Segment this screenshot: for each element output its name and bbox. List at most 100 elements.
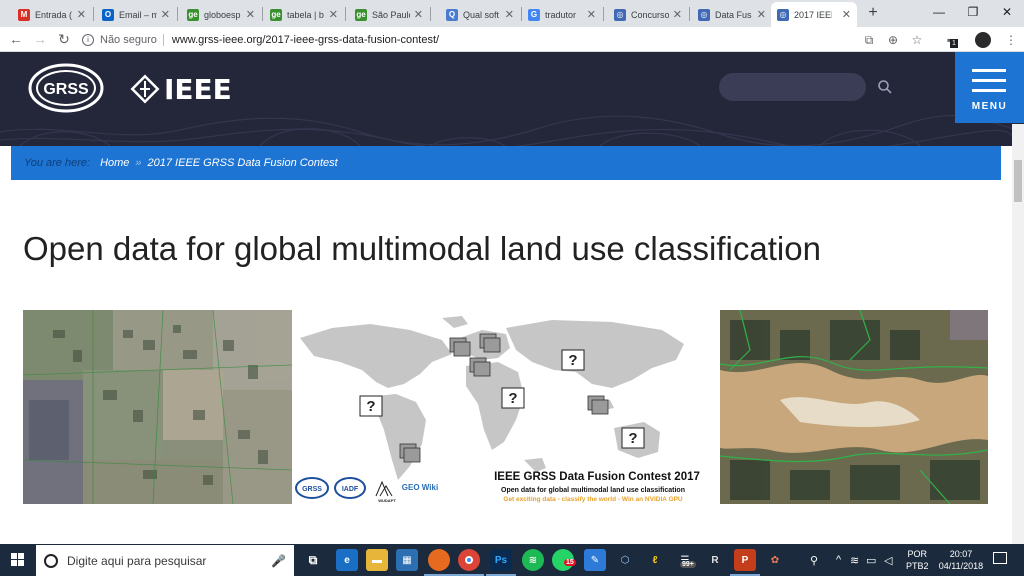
partner-logos: GRSS IADF WUDAPT GEO Wiki xyxy=(295,477,438,503)
spotify-icon[interactable]: ≋ xyxy=(522,549,544,571)
close-tab-icon[interactable]: ✕ xyxy=(157,8,170,21)
chrome-icon[interactable] xyxy=(454,549,484,576)
language-code: POR xyxy=(907,549,928,559)
site-header: GRSS IEEE MENU xyxy=(0,52,1024,146)
ge-icon: ge xyxy=(355,8,367,21)
volume-icon[interactable]: ◁ xyxy=(884,554,892,567)
browser-tab[interactable]: ge globoesp ✕ xyxy=(181,2,261,27)
file-explorer-icon[interactable]: ▬ xyxy=(366,549,388,571)
hamburger-line xyxy=(972,79,1006,82)
chevron-up-icon[interactable]: ^ xyxy=(836,554,841,566)
tab-title: Data Fus xyxy=(715,9,752,20)
app-icon[interactable]: ✎ xyxy=(584,549,606,571)
browser-tab[interactable]: ◎ 2017 IEEE ✕ xyxy=(771,2,857,27)
people-icon[interactable]: ⚲ xyxy=(810,554,818,567)
browser-tab[interactable]: ge tabela | b ✕ xyxy=(264,2,344,27)
url-text[interactable]: www.grss-ieee.org/2017-ieee-grss-data-fu… xyxy=(172,34,439,46)
microphone-icon[interactable]: 🎤 xyxy=(271,554,286,568)
browser-tab[interactable]: Q Qual soft ✕ xyxy=(440,2,520,27)
extension-icon[interactable]: ▪ 1 xyxy=(940,31,958,49)
address-bar[interactable]: i Não seguro www.grss-ieee.org/2017-ieee… xyxy=(82,30,882,50)
bookmark-star-icon[interactable]: ☆ xyxy=(908,31,926,49)
info-icon[interactable]: i xyxy=(82,34,94,46)
close-tab-icon[interactable]: ✕ xyxy=(501,8,514,21)
browser-menu-icon[interactable]: ⋮ xyxy=(1002,31,1020,49)
close-tab-icon[interactable]: ✕ xyxy=(325,8,338,21)
breadcrumb-home-link[interactable]: Home xyxy=(100,157,129,169)
maximize-button[interactable]: ❐ xyxy=(956,0,990,24)
network-app-icon[interactable]: ⬡ xyxy=(614,549,636,571)
browser-tab[interactable]: Gtradutor ✕ xyxy=(522,2,602,27)
menu-label: MENU xyxy=(971,101,1008,112)
tab-title: 2017 IEEE xyxy=(794,9,832,20)
back-icon[interactable]: ← xyxy=(7,30,25,48)
scrollbar-thumb[interactable] xyxy=(1014,160,1022,202)
battery-icon[interactable]: ▭ xyxy=(866,554,876,567)
tab-title: Entrada ( xyxy=(35,9,73,20)
close-window-button[interactable]: ✕ xyxy=(990,0,1024,24)
close-tab-icon[interactable]: ✕ xyxy=(410,8,423,21)
grss-logo[interactable]: GRSS xyxy=(28,63,104,113)
svg-text:GEO Wiki: GEO Wiki xyxy=(402,483,438,492)
whatsapp-icon[interactable]: 15 xyxy=(552,549,576,571)
task-view-icon[interactable]: ⧉ xyxy=(302,549,324,571)
browser-tab[interactable]: ge São Paulo ✕ xyxy=(349,2,429,27)
powerpoint-icon[interactable]: P xyxy=(730,549,760,576)
browser-tab[interactable]: M Entrada (✕ xyxy=(12,2,92,27)
language-indicator[interactable]: POR PTB2 xyxy=(906,548,929,572)
photoshop-icon[interactable]: Ps xyxy=(486,549,516,576)
r-studio-icon[interactable]: R xyxy=(704,549,726,571)
notification-icon[interactable] xyxy=(993,552,1007,564)
clock[interactable]: 20:07 04/11/2018 xyxy=(938,548,984,572)
translate-icon[interactable]: ⧉ xyxy=(860,31,878,49)
tab-title: Concurso xyxy=(631,9,669,20)
cortana-icon xyxy=(44,553,58,568)
close-tab-icon[interactable]: ✕ xyxy=(669,8,682,21)
browser-tab[interactable]: O Email – m ✕ xyxy=(96,2,176,27)
edge-icon[interactable]: e xyxy=(336,549,358,571)
banner-subtitle: Open data for global multimodal land use… xyxy=(501,487,685,494)
hamburger-line xyxy=(972,89,1006,92)
profile-avatar[interactable] xyxy=(974,31,992,49)
app-icon[interactable]: ℓ xyxy=(644,549,666,571)
page-title: Open data for global multimodal land use… xyxy=(23,230,821,267)
site-icon: ◎ xyxy=(777,8,789,21)
close-tab-icon[interactable]: ✕ xyxy=(753,8,766,21)
google-icon: G xyxy=(528,8,540,21)
close-tab-icon[interactable]: ✕ xyxy=(583,8,596,21)
breadcrumb: You are here: Home » 2017 IEEE GRSS Data… xyxy=(11,146,1001,180)
wifi-icon[interactable]: ≋ xyxy=(850,554,859,567)
firefox-icon[interactable] xyxy=(424,549,454,576)
browser-tab[interactable]: ◎ Data Fus ✕ xyxy=(692,2,772,27)
ge-icon: ge xyxy=(187,8,199,21)
browser-tab[interactable]: ◎ Concurso ✕ xyxy=(608,2,688,27)
zoom-icon[interactable]: ⊕ xyxy=(884,31,902,49)
svg-text:?: ? xyxy=(628,430,637,447)
divider xyxy=(162,34,164,46)
app-icon[interactable]: ✿ xyxy=(764,549,786,571)
taskbar-search[interactable]: Digite aqui para pesquisar 🎤 xyxy=(36,545,294,576)
reload-icon[interactable]: ↻ xyxy=(55,30,73,48)
breadcrumb-prefix: You are here: xyxy=(24,157,91,169)
contest-banner-map: ? ? ? ? GRSS IADF WUDAPT GEO Wiki IEEE G… xyxy=(292,310,720,504)
app-icon[interactable]: ☰ 99+ xyxy=(674,549,696,571)
search-icon[interactable] xyxy=(877,79,893,95)
close-tab-icon[interactable]: ✕ xyxy=(838,8,851,21)
clock-date: 04/11/2018 xyxy=(938,561,984,571)
grss-logo-text: GRSS xyxy=(43,81,89,98)
minimize-button[interactable]: — xyxy=(922,0,956,24)
close-tab-icon[interactable]: ✕ xyxy=(242,8,255,21)
keyboard-layout: PTB2 xyxy=(906,561,929,571)
store-icon[interactable]: ▦ xyxy=(396,549,418,571)
svg-text:GRSS: GRSS xyxy=(302,486,322,493)
site-search-input[interactable] xyxy=(719,73,866,101)
ieee-logo[interactable]: IEEE xyxy=(130,72,232,106)
tab-separator xyxy=(345,7,346,21)
new-tab-button[interactable]: + xyxy=(862,3,884,25)
menu-button[interactable]: MENU xyxy=(955,52,1024,123)
forward-icon[interactable]: → xyxy=(31,30,49,48)
close-tab-icon[interactable]: ✕ xyxy=(73,8,86,21)
windows-start-icon[interactable] xyxy=(0,544,36,576)
satellite-image-left xyxy=(23,310,292,504)
tab-title: globoesp xyxy=(204,9,241,20)
